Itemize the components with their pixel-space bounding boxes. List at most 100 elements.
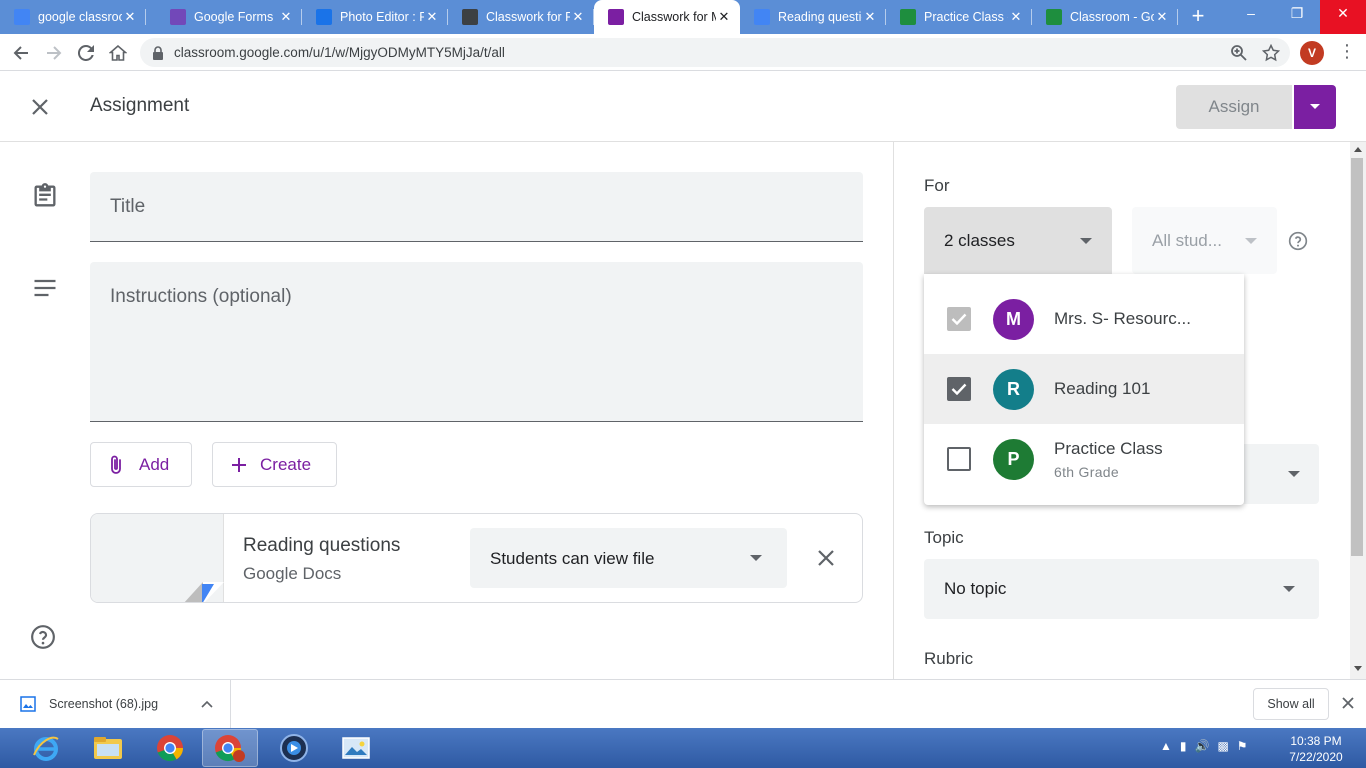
checkbox[interactable] — [947, 377, 971, 401]
points-select[interactable] — [1244, 444, 1319, 504]
docs-corner-icon — [184, 582, 224, 602]
tab-close-icon[interactable]: ✕ — [424, 9, 440, 25]
remove-attachment-icon[interactable] — [813, 545, 839, 571]
browser-tab[interactable]: Google Forms ✕ — [156, 0, 302, 34]
assignment-header: Assignment Assign — [0, 71, 1366, 142]
profile-avatar[interactable]: V — [1300, 41, 1324, 65]
browser-tab[interactable]: Photo Editor : P ✕ — [302, 0, 448, 34]
tab-close-icon[interactable]: ✕ — [716, 9, 732, 25]
assign-button[interactable]: Assign — [1176, 85, 1292, 129]
close-icon[interactable] — [1340, 695, 1356, 711]
tab-close-icon[interactable]: ✕ — [122, 9, 138, 25]
zoom-icon[interactable] — [1230, 44, 1248, 62]
checkbox[interactable] — [947, 307, 971, 331]
help-icon[interactable] — [1288, 231, 1308, 251]
tray-expand-icon[interactable]: ▲ — [1160, 739, 1172, 753]
class-section: 6th Grade — [1054, 464, 1119, 480]
flag-icon[interactable]: ⚑ — [1237, 739, 1248, 753]
students-select[interactable]: All stud... — [1132, 207, 1277, 274]
new-tab-button[interactable]: + — [1186, 5, 1210, 29]
tab-title: Google Forms — [194, 10, 274, 24]
forward-icon[interactable] — [41, 40, 67, 66]
chevron-up-icon[interactable] — [201, 700, 213, 708]
class-option[interactable]: R Reading 101 — [924, 354, 1244, 424]
tab-title: Classwork for M — [632, 10, 716, 24]
forms-icon — [170, 9, 186, 25]
back-icon[interactable] — [8, 40, 34, 66]
tab-close-icon[interactable]: ✕ — [278, 9, 294, 25]
attachment-title[interactable]: Reading questions — [243, 535, 400, 557]
classes-select[interactable]: 2 classes — [924, 207, 1112, 274]
permission-select[interactable]: Students can view file — [470, 528, 787, 588]
attachment-thumbnail[interactable] — [91, 514, 224, 602]
add-button[interactable]: Add — [90, 442, 192, 487]
minimize-button[interactable]: – — [1228, 0, 1274, 34]
battery-icon[interactable]: ▮ — [1180, 739, 1187, 753]
title-placeholder: Title — [110, 196, 146, 217]
students-value: All stud... — [1152, 231, 1222, 250]
classes-dropdown-menu: M Mrs. S- Resourc... R Reading 101 P Pra… — [924, 274, 1244, 505]
help-icon[interactable] — [30, 624, 56, 650]
address-bar[interactable]: classroom.google.com/u/1/w/MjgyODMyMTY5M… — [140, 38, 1290, 67]
file-explorer-icon[interactable] — [80, 729, 136, 767]
scrollbar-thumb[interactable] — [1351, 158, 1363, 556]
show-all-button[interactable]: Show all — [1253, 688, 1329, 720]
download-bar: Screenshot (68).jpg Show all — [0, 679, 1366, 729]
dropdown-arrow-icon — [1245, 238, 1257, 244]
clock-time: 10:38 PM — [1290, 734, 1342, 748]
browser-tab[interactable]: google classroom✕ — [0, 0, 146, 34]
docs-icon — [14, 9, 30, 25]
download-item[interactable]: Screenshot (68).jpg — [0, 680, 231, 729]
taskbar-clock[interactable]: 10:38 PM 7/22/2020 — [1284, 733, 1348, 765]
class-option[interactable]: P Practice Class 6th Grade — [924, 424, 1244, 494]
chrome-icon[interactable] — [142, 729, 198, 767]
tab-close-icon[interactable]: ✕ — [1154, 9, 1170, 25]
browser-toolbar: classroom.google.com/u/1/w/MjgyODMyMTY5M… — [0, 34, 1366, 71]
dropdown-arrow-icon — [1288, 471, 1300, 477]
title-input[interactable]: Title — [90, 172, 863, 242]
home-icon[interactable] — [105, 40, 131, 66]
plus-icon — [232, 457, 246, 472]
url-text: classroom.google.com/u/1/w/MjgyODMyMTY5M… — [174, 45, 505, 60]
image-file-icon — [20, 696, 36, 712]
browser-tab[interactable]: Classroom - Go ✕ — [1032, 0, 1178, 34]
drive-icon — [900, 9, 916, 25]
class-avatar: P — [993, 439, 1034, 480]
close-icon[interactable] — [26, 93, 54, 121]
paperclip-icon — [111, 455, 121, 474]
browser-menu-icon[interactable]: ⋮ — [1338, 42, 1356, 60]
chrome-profile-icon[interactable] — [202, 729, 258, 767]
class-option[interactable]: M Mrs. S- Resourc... — [924, 284, 1244, 354]
checkbox[interactable] — [947, 447, 971, 471]
drive-icon — [1046, 9, 1062, 25]
tab-close-icon[interactable]: ✕ — [1008, 9, 1024, 25]
instructions-placeholder: Instructions (optional) — [110, 286, 292, 307]
tab-close-icon[interactable]: ✕ — [862, 9, 878, 25]
assign-options-button[interactable] — [1294, 85, 1336, 129]
assignment-icon — [34, 183, 56, 207]
bookmark-star-icon[interactable] — [1262, 44, 1280, 62]
classes-value: 2 classes — [944, 231, 1015, 250]
instructions-input[interactable]: Instructions (optional) — [90, 262, 863, 422]
browser-tab[interactable]: Practice Class - ✕ — [886, 0, 1032, 34]
internet-explorer-icon[interactable] — [18, 729, 74, 767]
topic-value: No topic — [944, 579, 1007, 598]
attachment-card: Reading questions Google Docs Students c… — [90, 513, 863, 603]
dropdown-arrow-icon — [1080, 238, 1092, 244]
media-player-icon[interactable] — [266, 729, 322, 767]
create-button[interactable]: Create — [212, 442, 337, 487]
class-avatar: R — [993, 369, 1034, 410]
system-tray: ▲ ▮ 🔊 ▩ ⚑ — [1160, 739, 1248, 753]
tab-close-icon[interactable]: ✕ — [570, 9, 586, 25]
browser-tab[interactable]: Classwork for M ✕ — [594, 0, 740, 34]
topic-select[interactable]: No topic — [924, 559, 1319, 619]
photo-viewer-icon[interactable] — [328, 729, 384, 767]
reload-icon[interactable] — [73, 40, 99, 66]
maximize-button[interactable]: ❐ — [1274, 0, 1320, 34]
browser-tab[interactable]: Reading questio ✕ — [740, 0, 886, 34]
volume-icon[interactable]: 🔊 — [1195, 739, 1210, 753]
rubric-label: Rubric — [924, 649, 974, 668]
browser-tab[interactable]: Classwork for P ✕ — [448, 0, 594, 34]
close-window-button[interactable]: ✕ — [1320, 0, 1366, 34]
network-icon[interactable]: ▩ — [1217, 739, 1228, 753]
